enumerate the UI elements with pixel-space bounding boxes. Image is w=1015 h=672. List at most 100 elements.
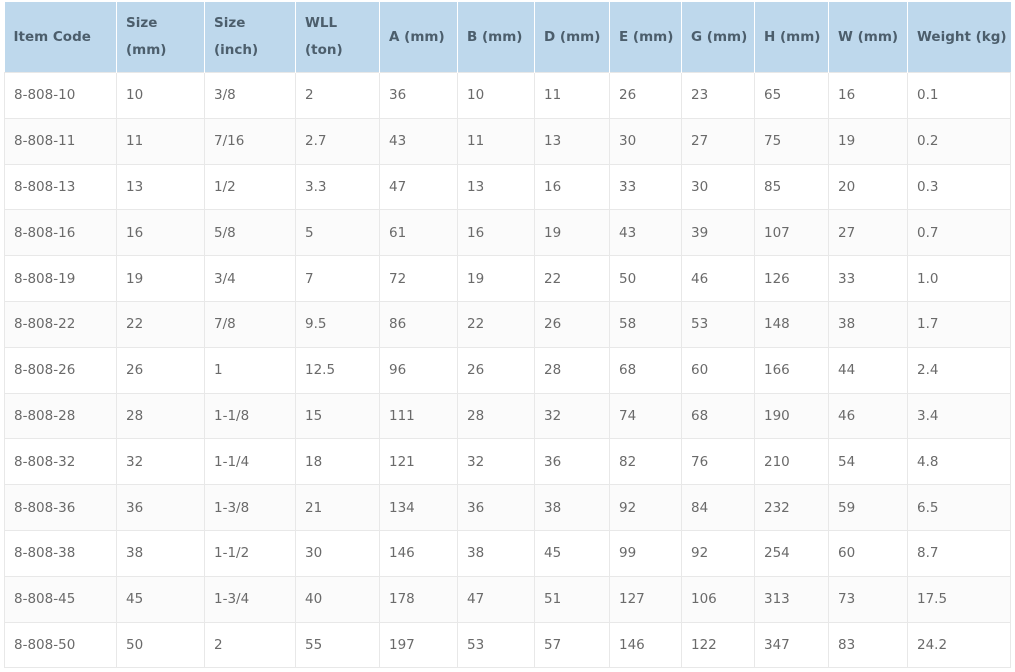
table-cell: 1.0 [907,255,1011,302]
column-header: Size (mm) [116,2,205,73]
table-cell: 32 [457,438,535,486]
table-cell: 39 [681,209,755,257]
table-cell: 33 [828,255,908,302]
table-cell: 82 [609,438,682,486]
table-cell: 1-1/2 [204,529,296,577]
table-cell: 8-808-26 [4,346,117,394]
table-cell: 21 [295,484,380,531]
table-cell: 26 [457,346,535,394]
column-header-label: (inch) [214,42,259,58]
table-cell: 36 [457,484,535,531]
table-cell: 58 [609,300,682,348]
table-cell: 10 [457,72,535,119]
table-cell: 5/8 [204,209,296,257]
table-cell: 8-808-22 [4,300,117,348]
table-cell: 36 [116,484,205,531]
table-cell: 10 [116,72,205,119]
table-cell: 26 [116,346,205,394]
table-cell: 53 [457,621,535,669]
table-cell: 65 [754,72,829,119]
table-cell: 28 [457,392,535,440]
table-cell: 75 [754,117,829,165]
table-cell: 45 [116,575,205,623]
table-cell: 47 [457,575,535,623]
table-cell: 84 [681,484,755,531]
table-cell: 106 [681,575,755,623]
table-cell: 0.7 [907,209,1011,257]
table-cell: 11 [457,117,535,165]
table-cell: 2 [204,621,296,669]
table-cell: 127 [609,575,682,623]
table-cell: 1.7 [907,300,1011,348]
column-header: Item Code [4,2,117,73]
table-cell: 86 [379,300,458,348]
table-cell: 92 [681,529,755,577]
column-header: Size (inch) [204,2,296,73]
table-cell: 83 [828,621,908,669]
table-cell: 20 [828,163,908,211]
table-cell: 27 [828,209,908,257]
table-cell: 122 [681,621,755,669]
column-header-label: H (mm) [764,28,821,45]
table-row: 8-808-13 13 1/2 3.3 47 13 16 33 30 85 20 0.3 [4,163,1011,211]
table-cell: 53 [681,300,755,348]
table-cell: 8-808-36 [4,484,117,531]
table-cell: 43 [609,209,682,257]
table-cell: 197 [379,621,458,669]
table-cell: 254 [754,529,829,577]
column-header: WLL (ton) [295,2,380,73]
table-cell: 6.5 [907,484,1011,531]
table-cell: 74 [609,392,682,440]
table-cell: 44 [828,346,908,394]
column-header-label: A (mm) [389,28,445,45]
table-cell: 16 [116,209,205,257]
table-cell: 32 [534,392,610,440]
table-cell: 43 [379,117,458,165]
column-header-label: G (mm) [691,28,748,45]
table-cell: 8-808-50 [4,621,117,669]
table-cell: 38 [828,300,908,348]
table-cell: 16 [828,72,908,119]
table-cell: 8-808-38 [4,529,117,577]
column-header-label: (mm) [126,42,167,58]
table-cell: 13 [116,163,205,211]
table-cell: 38 [116,529,205,577]
table-row: 8-808-32 32 1-1/4 18 121 32 36 82 76 210 54 4.8 [4,438,1011,486]
table-cell: 232 [754,484,829,531]
column-header: D (mm) [534,2,610,73]
table-cell: 45 [534,529,610,577]
table-cell: 2.4 [907,346,1011,394]
table-cell: 60 [681,346,755,394]
table-cell: 9.5 [295,300,380,348]
table-cell: 96 [379,346,458,394]
table-cell: 111 [379,392,458,440]
column-header-label: Size [214,15,246,31]
table-cell: 18 [295,438,380,486]
table-cell: 7/8 [204,300,296,348]
table-cell: 1-1/8 [204,392,296,440]
table-cell: 38 [534,484,610,531]
column-header: B (mm) [457,2,535,73]
table-cell: 2 [295,72,380,119]
table-cell: 313 [754,575,829,623]
table-cell: 60 [828,529,908,577]
table-cell: 28 [534,346,610,394]
table-row: 8-808-16 16 5/8 5 61 16 19 43 39 107 27 0.7 [4,209,1011,257]
table-cell: 8-808-13 [4,163,117,211]
table-cell: 148 [754,300,829,348]
table-cell: 3.3 [295,163,380,211]
header-row: Item Code Size (mm) Size (inch) WLL (ton) A (mm… [4,2,1011,73]
table-cell: 8.7 [907,529,1011,577]
table-cell: 8-808-11 [4,117,117,165]
column-header-label: Weight (kg) [917,28,1007,45]
table-cell: 8-808-32 [4,438,117,486]
table-cell: 11 [116,117,205,165]
table-cell: 99 [609,529,682,577]
table-row: 8-808-28 28 1-1/8 15 111 28 32 74 68 190 46 3.4 [4,392,1011,440]
table-body: 8-808-10 10 3/8 2 36 10 11 26 23 65 16 0.1 8-808-11 1… [4,72,1011,669]
table-cell: 50 [609,255,682,302]
table-cell: 8-808-19 [4,255,117,302]
column-header-label: B (mm) [467,28,523,45]
table-cell: 4.8 [907,438,1011,486]
table-cell: 19 [828,117,908,165]
